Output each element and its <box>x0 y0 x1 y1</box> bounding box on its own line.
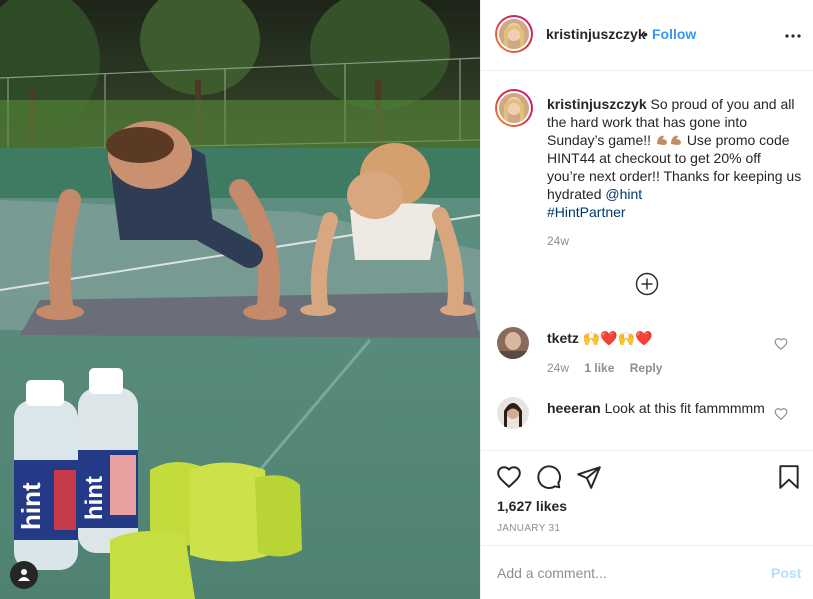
post-date[interactable]: JANUARY 31 <box>497 523 560 534</box>
comment-text: tketz 🙌❤️🙌❤️ <box>547 329 772 347</box>
bottle-brand-left: hint <box>16 482 46 530</box>
post-photo[interactable]: hint hint <box>0 0 480 599</box>
comment-body: Look at this fit fammmmm <box>604 400 765 416</box>
user-tags-button[interactable] <box>10 561 38 589</box>
comment-time[interactable]: 24w <box>547 361 569 375</box>
comment-text: heeeran Look at this fit fammmmm <box>547 399 772 417</box>
flexed-biceps-icon <box>670 135 681 145</box>
comment-likes-count[interactable]: 1 like <box>584 361 614 375</box>
commenter-avatar[interactable] <box>497 327 529 359</box>
caption-author-avatar[interactable] <box>495 89 533 127</box>
author-username[interactable]: kristinjuszczyk <box>546 26 646 42</box>
commenter-avatar[interactable] <box>497 397 529 429</box>
post-side-panel: kristinjuszczyk • Follow kristinjuszczyk… <box>480 0 813 599</box>
caption-avatar-image <box>499 93 529 123</box>
author-avatar[interactable] <box>495 15 533 53</box>
commenter-avatar-image <box>497 397 529 429</box>
follow-button[interactable]: Follow <box>652 26 696 42</box>
heart-icon[interactable] <box>496 464 522 490</box>
caption-hashtag[interactable]: #HintPartner <box>547 204 626 220</box>
likes-count[interactable]: 1,627 likes <box>497 498 567 514</box>
post-comment-button[interactable]: Post <box>771 565 801 581</box>
author-avatar-image <box>499 19 529 49</box>
post-header: kristinjuszczyk • Follow <box>481 0 813 71</box>
user-tags-icon <box>18 569 30 581</box>
comment-input[interactable] <box>497 563 747 583</box>
comment-like-icon[interactable] <box>774 407 788 421</box>
header-dot-separator: • <box>643 26 648 42</box>
caption-username[interactable]: kristinjuszczyk <box>547 96 647 112</box>
caption-timestamp[interactable]: 24w <box>547 234 569 248</box>
comment-meta: 24w 1 like Reply <box>547 361 674 375</box>
reply-button[interactable]: Reply <box>630 361 663 375</box>
post-actions: 1,627 likes JANUARY 31 <box>481 450 813 545</box>
share-icon[interactable] <box>576 464 602 490</box>
commenter-avatar-image <box>497 327 529 359</box>
bookmark-icon[interactable] <box>776 464 802 490</box>
add-comment-bar: Post <box>481 545 813 599</box>
bottle-brand-right: hint <box>81 476 108 520</box>
load-more-comments-icon[interactable] <box>635 272 659 296</box>
caption-mention[interactable]: @hint <box>605 186 642 202</box>
comment-username[interactable]: heeeran <box>547 400 601 416</box>
more-options-icon[interactable] <box>781 24 805 48</box>
comment-icon[interactable] <box>536 464 562 490</box>
comment-username[interactable]: tketz <box>547 330 579 346</box>
photo-illustration: hint hint <box>0 0 480 599</box>
caption-text: kristinjuszczyk So proud of you and all … <box>547 95 802 221</box>
comment-body: 🙌❤️🙌❤️ <box>582 330 653 346</box>
comment-like-icon[interactable] <box>774 337 788 351</box>
flexed-biceps-icon <box>656 135 667 145</box>
